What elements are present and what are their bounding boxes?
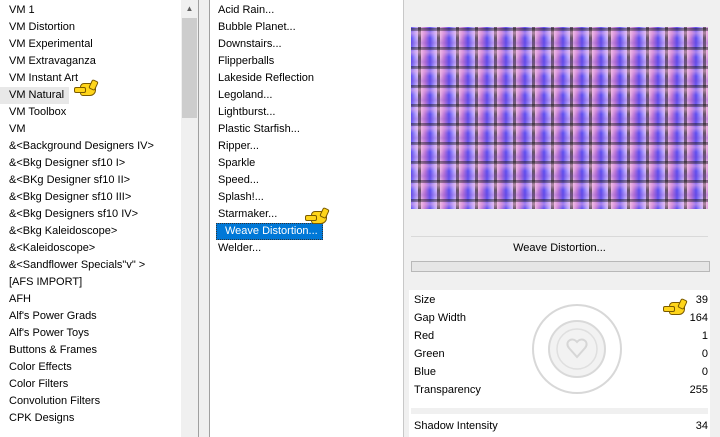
progress-bar bbox=[411, 261, 710, 272]
category-item[interactable]: Convolution Filters bbox=[0, 393, 198, 410]
category-item[interactable]: CPK Designs bbox=[0, 410, 198, 427]
category-item[interactable]: &<Bkg Designer sf10 I> bbox=[0, 155, 198, 172]
filter-item[interactable]: Splash!... bbox=[210, 189, 403, 206]
filter-item[interactable]: Lakeside Reflection bbox=[210, 70, 403, 87]
param-value[interactable]: 39 bbox=[696, 291, 708, 309]
category-item[interactable]: VM Distortion bbox=[0, 19, 198, 36]
hand-pointer-icon bbox=[305, 206, 330, 224]
filter-item[interactable]: Acid Rain... bbox=[210, 2, 403, 19]
filter-item[interactable]: Speed... bbox=[210, 172, 403, 189]
filter-item[interactable]: Ripper... bbox=[210, 138, 403, 155]
filter-item-selected[interactable]: Weave Distortion... bbox=[216, 223, 323, 240]
category-item[interactable]: VM Experimental bbox=[0, 36, 198, 53]
category-item-selected[interactable]: VM Natural bbox=[0, 87, 69, 104]
hand-pointer-icon bbox=[663, 297, 688, 315]
category-item[interactable]: VM Toolbox bbox=[0, 104, 198, 121]
param-name: Transparency bbox=[414, 384, 481, 396]
param-name: Green bbox=[414, 348, 445, 360]
category-scrollbar[interactable]: ▲ bbox=[181, 0, 198, 437]
param-value[interactable]: 34 bbox=[696, 417, 708, 435]
scroll-thumb[interactable] bbox=[182, 18, 197, 118]
category-item[interactable]: VM Instant Art bbox=[0, 70, 198, 87]
category-item[interactable]: Alf's Power Toys bbox=[0, 325, 198, 342]
param-name: Blue bbox=[414, 366, 437, 378]
category-list[interactable]: VM 1 VM Distortion VM Experimental VM Ex… bbox=[0, 0, 199, 437]
param-value[interactable]: 255 bbox=[690, 381, 708, 399]
param-row-shadow-intensity[interactable]: Shadow Intensity 34 bbox=[411, 417, 708, 435]
category-item[interactable]: &<Background Designers IV> bbox=[0, 138, 198, 155]
filter-item[interactable]: Sparkle bbox=[210, 155, 403, 172]
filter-item[interactable]: Flipperballs bbox=[210, 53, 403, 70]
param-name: Size bbox=[414, 294, 436, 306]
category-item[interactable]: VM 1 bbox=[0, 2, 198, 19]
scroll-up-arrow-icon[interactable]: ▲ bbox=[181, 0, 198, 17]
param-name: Gap Width bbox=[414, 312, 466, 324]
param-value[interactable]: 1 bbox=[702, 327, 708, 345]
filter-item[interactable]: Bubble Planet... bbox=[210, 19, 403, 36]
category-item[interactable]: VM bbox=[0, 121, 198, 138]
param-value[interactable]: 0 bbox=[702, 345, 708, 363]
filter-item[interactable]: Plastic Starfish... bbox=[210, 121, 403, 138]
param-value[interactable]: 164 bbox=[690, 309, 708, 327]
filter-item[interactable]: Legoland... bbox=[210, 87, 403, 104]
category-item[interactable]: Buttons & Frames bbox=[0, 342, 198, 359]
category-item[interactable]: &<Kaleidoscope> bbox=[0, 240, 198, 257]
param-divider bbox=[411, 408, 708, 414]
category-item[interactable]: &<BKg Designer sf10 II> bbox=[0, 172, 198, 189]
hand-pointer-icon bbox=[74, 78, 99, 96]
watermark-seal-icon bbox=[532, 304, 622, 394]
param-value[interactable]: 0 bbox=[702, 363, 708, 381]
category-item[interactable]: Color Filters bbox=[0, 376, 198, 393]
category-item[interactable]: VM Extravaganza bbox=[0, 53, 198, 70]
category-item[interactable]: Color Effects bbox=[0, 359, 198, 376]
category-item[interactable]: &<Bkg Designers sf10 IV> bbox=[0, 206, 198, 223]
filter-item[interactable]: Downstairs... bbox=[210, 36, 403, 53]
category-item[interactable]: &<Bkg Kaleidoscope> bbox=[0, 223, 198, 240]
category-item[interactable]: &<Bkg Designer sf10 III> bbox=[0, 189, 198, 206]
param-name: Shadow Intensity bbox=[414, 420, 498, 432]
category-item[interactable]: &<Sandflower Specials"v" > bbox=[0, 257, 198, 274]
category-item[interactable]: Alf's Power Grads bbox=[0, 308, 198, 325]
filter-item[interactable]: Lightburst... bbox=[210, 104, 403, 121]
filter-name-button[interactable]: Weave Distortion... bbox=[411, 236, 708, 259]
category-item[interactable]: AFH bbox=[0, 291, 198, 308]
filter-item[interactable]: Welder... bbox=[210, 240, 403, 257]
filter-preview-image bbox=[411, 27, 708, 209]
param-name: Red bbox=[414, 330, 435, 342]
category-item[interactable]: [AFS IMPORT] bbox=[0, 274, 198, 291]
